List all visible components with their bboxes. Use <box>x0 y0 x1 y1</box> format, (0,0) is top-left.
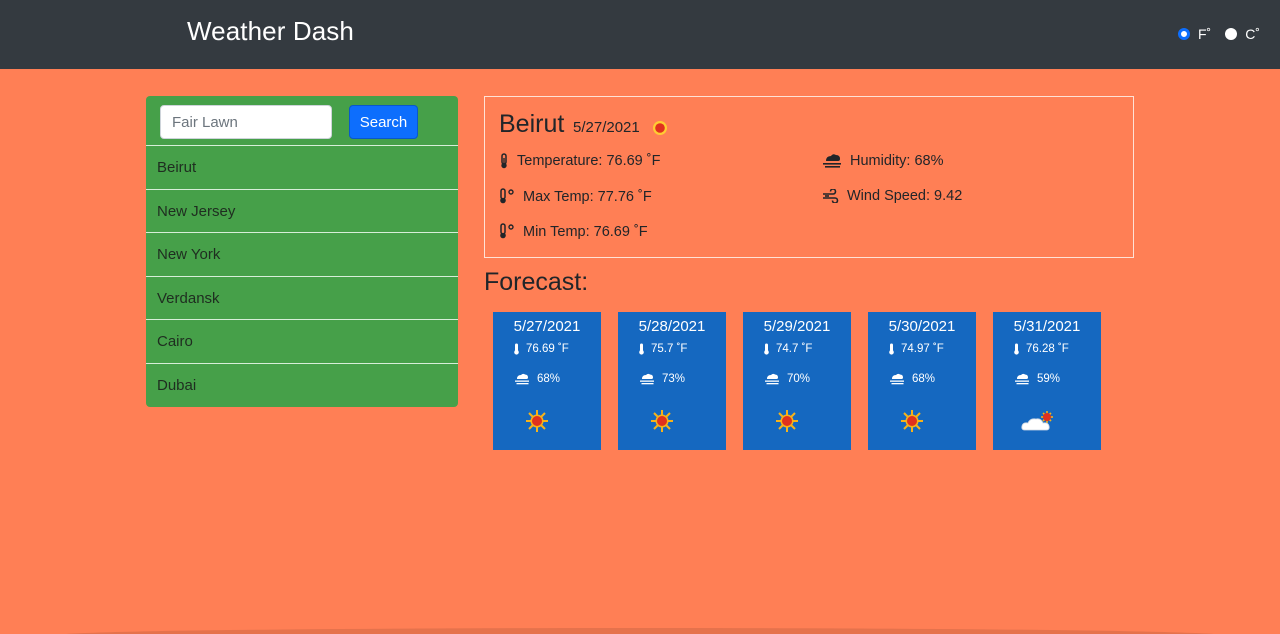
footer-shadow <box>60 628 1220 634</box>
navbar: Weather Dash F˚ C˚ <box>0 0 1280 69</box>
search-row: Search <box>146 96 458 146</box>
forecast-temp: 74.7 ˚F <box>763 343 812 355</box>
sun-icon <box>776 410 798 432</box>
forecast-date: 5/29/2021 <box>763 318 831 335</box>
search-button[interactable]: Search <box>349 105 418 139</box>
wind-icon <box>823 189 839 203</box>
thermometer-icon <box>1014 343 1019 355</box>
humidity-text: Humidity: 68% <box>850 153 944 169</box>
fog-icon <box>640 373 654 385</box>
current-weather-panel: Beirut 5/27/2021 Temperature: 76.69 ˚F M… <box>484 96 1134 258</box>
history-item-dubai[interactable]: Dubai <box>146 364 458 407</box>
celsius-radio[interactable] <box>1225 28 1238 40</box>
forecast-humidity: 59% <box>1014 373 1060 385</box>
fog-icon <box>823 154 841 168</box>
max-temp-metric: Max Temp: 77.76 ˚F <box>499 188 652 205</box>
forecast-card: 5/30/2021 74.97 ˚F 68% <box>868 312 976 450</box>
fog-icon <box>890 373 904 385</box>
forecast-card: 5/29/2021 74.7 ˚F 70% <box>743 312 851 450</box>
forecast-humidity-text: 59% <box>1037 373 1061 385</box>
forecast-humidity: 70% <box>764 373 810 385</box>
history-item-new-jersey[interactable]: New Jersey <box>146 190 458 234</box>
thermometer-icon <box>889 343 894 355</box>
forecast-card: 5/27/2021 76.69 ˚F 68% <box>493 312 601 450</box>
thermometer-low-icon <box>500 223 514 239</box>
forecast-humidity-text: 68% <box>912 373 936 385</box>
forecast-temp: 74.97 ˚F <box>888 343 944 355</box>
forecast-temp-text: 74.7 ˚F <box>776 343 813 355</box>
max-temp-text: Max Temp: 77.76 ˚F <box>523 188 652 205</box>
thermometer-icon <box>501 153 507 169</box>
sun-icon <box>901 410 923 432</box>
forecast-date: 5/30/2021 <box>888 318 956 335</box>
forecast-temp-text: 75.7 ˚F <box>651 343 688 355</box>
history-item-new-york[interactable]: New York <box>146 233 458 277</box>
forecast-temp: 75.7 ˚F <box>638 343 687 355</box>
forecast-date: 5/31/2021 <box>1013 318 1081 335</box>
min-temp-metric: Min Temp: 76.69 ˚F <box>499 223 648 240</box>
sun-icon <box>526 410 548 432</box>
forecast-card: 5/31/2021 76.28 ˚F 59% <box>993 312 1101 450</box>
forecast-date: 5/27/2021 <box>513 318 581 335</box>
sun-icon <box>651 410 673 432</box>
forecast-humidity: 68% <box>514 373 560 385</box>
history-item-beirut[interactable]: Beirut <box>146 146 458 190</box>
sun-icon <box>653 121 667 135</box>
forecast-humidity-text: 68% <box>537 373 561 385</box>
fog-icon <box>515 373 529 385</box>
forecast-humidity-text: 73% <box>662 373 686 385</box>
fahrenheit-radio[interactable] <box>1178 28 1190 40</box>
fog-icon <box>1015 373 1029 385</box>
fahrenheit-label: F˚ <box>1198 26 1212 42</box>
unit-toggle: F˚ C˚ <box>1178 26 1266 42</box>
wind-text: Wind Speed: 9.42 <box>847 188 963 204</box>
forecast-card: 5/28/2021 75.7 ˚F 73% <box>618 312 726 450</box>
forecast-date: 5/28/2021 <box>638 318 706 335</box>
current-date: 5/27/2021 <box>573 119 640 136</box>
fog-icon <box>765 373 779 385</box>
forecast-humidity: 73% <box>639 373 685 385</box>
temperature-text: Temperature: 76.69 ˚F <box>517 153 661 169</box>
current-city: Beirut <box>499 110 565 138</box>
forecast-temp-text: 74.97 ˚F <box>901 343 944 355</box>
thermometer-high-icon <box>500 188 514 204</box>
sun-behind-cloud-icon <box>1021 411 1053 431</box>
forecast-temp-text: 76.69 ˚F <box>526 343 569 355</box>
search-input[interactable] <box>160 105 332 139</box>
forecast-humidity: 68% <box>889 373 935 385</box>
temperature-metric: Temperature: 76.69 ˚F <box>499 153 660 169</box>
history-item-verdansk[interactable]: Verdansk <box>146 277 458 321</box>
forecast-title: Forecast: <box>484 268 589 296</box>
forecast-temp: 76.69 ˚F <box>513 343 569 355</box>
thermometer-icon <box>764 343 769 355</box>
thermometer-icon <box>639 343 644 355</box>
forecast-temp-text: 76.28 ˚F <box>1026 343 1069 355</box>
thermometer-icon <box>514 343 519 355</box>
brand-title: Weather Dash <box>187 16 354 46</box>
min-temp-text: Min Temp: 76.69 ˚F <box>523 223 648 240</box>
celsius-label: C˚ <box>1245 26 1260 42</box>
humidity-metric: Humidity: 68% <box>822 153 943 169</box>
forecast-humidity-text: 70% <box>787 373 811 385</box>
wind-metric: Wind Speed: 9.42 <box>822 188 962 204</box>
forecast-temp: 76.28 ˚F <box>1013 343 1069 355</box>
history-item-cairo[interactable]: Cairo <box>146 320 458 364</box>
search-sidebar: Search Beirut New Jersey New York Verdan… <box>146 96 458 407</box>
